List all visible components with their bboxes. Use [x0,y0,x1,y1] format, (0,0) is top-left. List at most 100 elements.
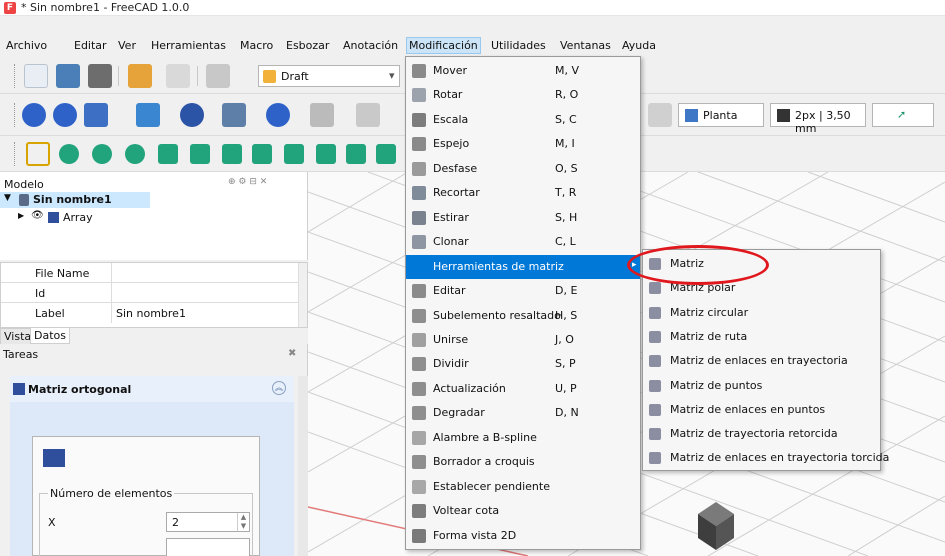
menu-item[interactable]: Clonar C, L [406,230,640,254]
perpendicular-icon[interactable] [222,144,242,164]
menu-item[interactable]: Borrador a croquis [406,450,640,474]
upgrade-icon [412,381,426,396]
bezier-tool-icon[interactable] [346,144,366,164]
polygon-tool-icon[interactable] [158,144,178,164]
menu-item[interactable]: Espejo M, I [406,132,640,156]
menu-item[interactable]: Establecer pendiente [406,475,640,499]
menu-item-label: Forma vista 2D [433,528,517,542]
snap-button[interactable]: ➚ [872,103,934,127]
new-document-icon[interactable] [24,64,48,88]
scrollbar[interactable] [298,376,308,556]
menu-ayuda[interactable]: Ayuda [622,39,656,52]
measure-icon[interactable] [136,103,160,127]
spin-arrows-icon[interactable]: ▲ ▼ [237,513,249,531]
menu-herramientas[interactable]: Herramientas [151,39,226,52]
scrollbar[interactable] [298,263,307,327]
line-style-button[interactable]: 2px | 3,50 mm [770,103,866,135]
slope-tool-icon[interactable] [284,144,304,164]
menu-item-shortcut: M, I [555,137,575,151]
menu-item-label: Establecer pendiente [433,479,550,493]
menu-item[interactable]: Actualización U, P [406,377,640,401]
wire-tool-icon[interactable] [92,144,112,164]
menu-modificacion[interactable]: Modificación [406,37,481,54]
task-panel-header[interactable]: Matriz ortogonal ︽ [10,376,294,402]
tree-item-array[interactable]: ▶ 👁 Array [0,210,150,226]
submenu-item[interactable]: Matriz de enlaces en trayectoria [643,349,880,373]
title-spacer [0,16,945,36]
submenu-item[interactable]: Matriz de trayectoria retorcida [643,422,880,446]
snap-icon: ➚ [897,108,907,121]
cross-tool-icon[interactable] [190,144,210,164]
menu-item-shortcut: U, P [555,381,577,395]
plus-tool-icon[interactable] [376,144,396,164]
expand-arrow-icon[interactable]: ▶ [18,211,24,220]
fit-all-icon[interactable] [22,103,46,127]
menu-item[interactable]: Mover M, V [406,59,640,83]
menu-item[interactable]: Subelemento resaltado H, S [406,304,640,328]
menu-item[interactable]: Degradar D, N [406,401,640,425]
menu-item[interactable]: Herramientas de matriz ▸ [406,254,640,279]
eye-icon[interactable]: 👁 [31,210,44,221]
link-icon[interactable] [356,103,380,127]
menu-item[interactable]: Rotar R, O [406,83,640,107]
view-preset-button[interactable]: Planta [678,103,764,127]
menu-item[interactable]: Desfase O, S [406,157,640,181]
cube[interactable] [698,502,734,550]
menu-item[interactable]: Alambre a B-spline [406,426,640,450]
collapse-arrow-icon[interactable]: ▼ [4,193,11,203]
x-count-field[interactable]: 2 ▲ ▼ [166,512,250,532]
submenu-item[interactable]: Matriz de puntos [643,374,880,398]
menu-utilidades[interactable]: Utilidades [491,39,546,52]
submenu-item[interactable]: Matriz circular [643,301,880,325]
zoom-icon[interactable] [266,103,290,127]
circle-tool-icon[interactable] [125,144,145,164]
menu-macro[interactable]: Macro [240,39,273,52]
menu-archivo[interactable]: Archivo [6,39,47,52]
property-value-cell[interactable] [112,283,298,303]
refresh-icon[interactable] [206,64,230,88]
menu-item[interactable]: Estirar S, H [406,206,640,230]
menu-item[interactable]: Editar D, E [406,279,640,303]
property-value-cell[interactable] [112,263,298,283]
toolbar-grip[interactable] [14,103,17,127]
open-document-icon[interactable] [56,64,80,88]
menu-item[interactable]: Voltear cota [406,499,640,523]
menu-item[interactable]: Recortar T, R [406,181,640,205]
tree-item-document[interactable]: ▼ Sin nombre1 [0,192,150,208]
pin-icon[interactable] [310,103,334,127]
y-count-field[interactable] [166,538,250,556]
redo-icon[interactable] [166,64,190,88]
menu-item[interactable]: Forma vista 2D [406,524,640,548]
standard-views-icon[interactable] [84,103,108,127]
draw-style-icon[interactable] [180,103,204,127]
fit-selection-icon[interactable] [53,103,77,127]
collapse-icon[interactable]: ︽ [272,381,286,395]
dots-tool-icon[interactable] [252,144,272,164]
menu-anotacion[interactable]: Anotación [343,39,398,52]
menu-item[interactable]: Unirse J, O [406,328,640,352]
lock-icon[interactable] [26,142,50,166]
shape-tool-icon[interactable] [316,144,336,164]
tab-datos[interactable]: Datos [30,328,70,344]
property-value-cell[interactable]: Sin nombre1 [112,303,298,323]
property-name: File Name [35,267,90,280]
toolbar-grip[interactable] [14,142,17,166]
menu-ver[interactable]: Ver [118,39,136,52]
save-icon[interactable] [88,64,112,88]
close-icon[interactable]: ✖ [288,348,296,359]
workbench-selector[interactable]: Draft ▾ [258,65,400,87]
submenu-item[interactable]: Matriz de enlaces en trayectoria torcida [643,446,889,470]
menu-item[interactable]: Escala S, C [406,108,640,132]
submenu-item[interactable]: Matriz de enlaces en puntos [643,398,880,422]
line-tool-icon[interactable] [59,144,79,164]
menu-esbozar[interactable]: Esbozar [286,39,329,52]
toolbar-grip[interactable] [14,64,17,88]
submenu-item[interactable]: Matriz de ruta [643,325,880,349]
undo-icon[interactable] [128,64,152,88]
menu-ventanas[interactable]: Ventanas [560,39,611,52]
view-box-icon[interactable] [222,103,246,127]
menu-editar[interactable]: Editar [74,39,107,52]
toolbar-icon[interactable] [648,103,672,127]
pane-controls[interactable]: ⊕ ⚙ ⊟ ✕ [228,177,267,187]
menu-item[interactable]: Dividir S, P [406,352,640,376]
